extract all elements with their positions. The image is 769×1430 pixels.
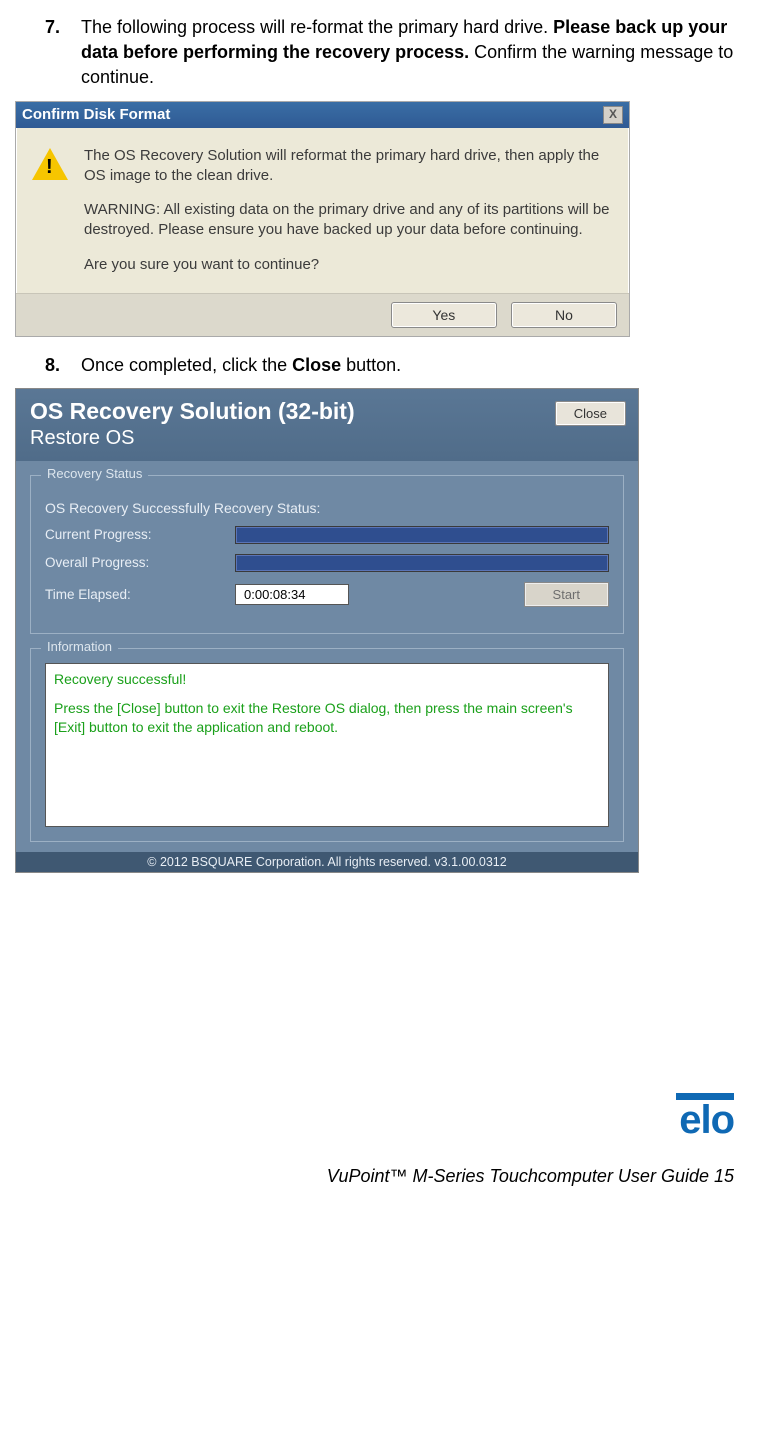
dialog-titles: OS Recovery Solution (32-bit) Restore OS [30,397,355,451]
current-progress-bar [235,526,609,544]
info-line: Press the [Close] button to exit the Res… [54,699,600,737]
step-8: 8. Once completed, click the Close butto… [45,353,744,378]
dialog-title: OS Recovery Solution (32-bit) [30,397,355,426]
start-button[interactable]: Start [524,582,609,607]
status-text: OS Recovery Successfully Recovery Status… [45,500,320,516]
group-label: Information [41,639,118,654]
overall-progress-row: Overall Progress: [45,554,609,572]
information-group: Information Recovery successful! Press t… [30,648,624,842]
warning-icon [32,146,76,289]
dialog-button-row: Yes No [16,293,629,336]
yes-button[interactable]: Yes [391,302,497,328]
text-bold: Close [292,355,341,375]
step-text: The following process will re-format the… [81,15,744,91]
label: Overall Progress: [45,555,235,570]
current-progress-row: Current Progress: [45,526,609,544]
page-footer: elo VuPoint™ M-Series Touchcomputer User… [15,1093,744,1187]
no-button[interactable]: No [511,302,617,328]
dialog-header: OS Recovery Solution (32-bit) Restore OS… [16,389,638,461]
logo-text: elo [676,1102,734,1138]
text: Once completed, click the [81,355,292,375]
msg-line: The OS Recovery Solution will reformat t… [84,146,613,187]
recovery-dialog: OS Recovery Solution (32-bit) Restore OS… [15,388,639,873]
text: button. [341,355,401,375]
dialog-message: The OS Recovery Solution will reformat t… [76,146,613,289]
close-icon[interactable]: X [603,106,623,124]
group-label: Recovery Status [41,466,148,481]
recovery-status-group: Recovery Status OS Recovery Successfully… [30,475,624,634]
dialog-title: Confirm Disk Format [22,106,170,123]
time-row: Time Elapsed: 0:00:08:34 Start [45,582,609,607]
label: Time Elapsed: [45,587,235,602]
info-textbox: Recovery successful! Press the [Close] b… [45,663,609,827]
dialog-footer: © 2012 BSQUARE Corporation. All rights r… [16,852,638,872]
info-line: Recovery successful! [54,670,600,689]
text: The following process will re-format the… [81,17,553,37]
msg-line: Are you sure you want to continue? [84,255,613,275]
overall-progress-bar [235,554,609,572]
status-row: OS Recovery Successfully Recovery Status… [45,500,609,516]
elo-logo: elo [676,1093,734,1138]
footer-text: VuPoint™ M-Series Touchcomputer User Gui… [15,1166,734,1187]
confirm-dialog: Confirm Disk Format X The OS Recovery So… [15,101,630,337]
dialog-subtitle: Restore OS [30,426,355,451]
dialog-titlebar: Confirm Disk Format X [16,102,629,128]
step-number: 7. [45,15,81,91]
step-number: 8. [45,353,81,378]
step-text: Once completed, click the Close button. [81,353,744,378]
label: Current Progress: [45,527,235,542]
msg-line: WARNING: All existing data on the primar… [84,200,613,241]
dialog-body: The OS Recovery Solution will reformat t… [16,128,629,293]
close-button[interactable]: Close [555,401,626,426]
step-7: 7. The following process will re-format … [45,15,744,91]
time-elapsed-value: 0:00:08:34 [235,584,349,605]
